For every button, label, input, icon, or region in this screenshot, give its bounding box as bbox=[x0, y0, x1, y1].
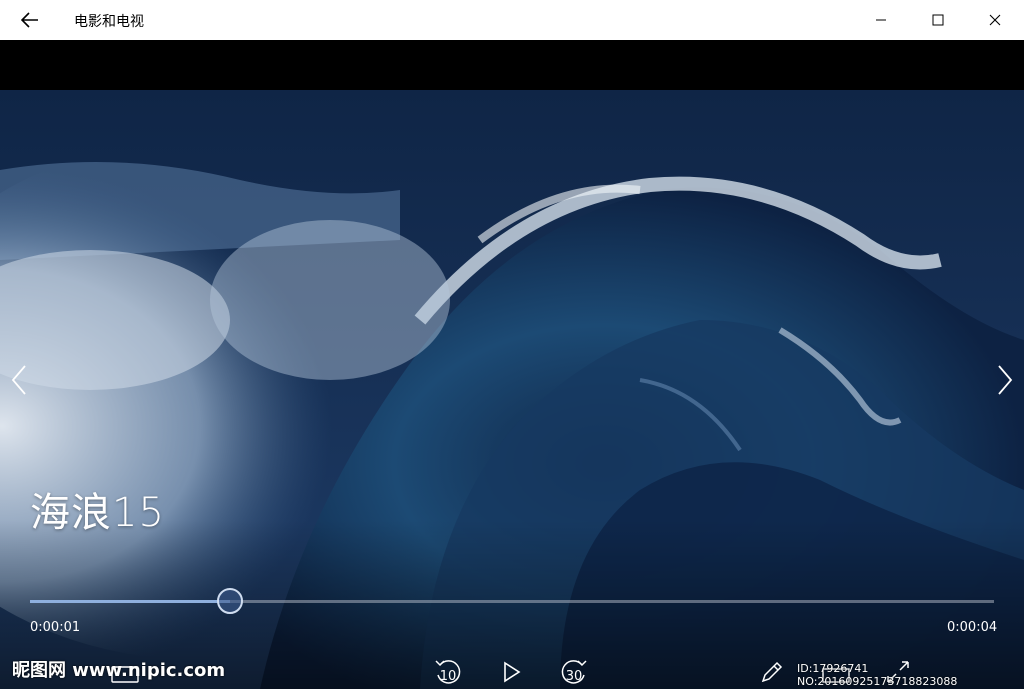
app-title: 电影和电视 bbox=[74, 14, 144, 30]
chevron-left-icon bbox=[11, 365, 26, 395]
previous-button[interactable] bbox=[4, 360, 34, 400]
maximize-icon bbox=[932, 14, 944, 26]
skip-forward-button[interactable]: 30 bbox=[556, 655, 592, 689]
seek-bar-thumb[interactable] bbox=[216, 588, 243, 614]
play-icon bbox=[504, 661, 521, 683]
current-time: 0:00:01 bbox=[30, 620, 81, 635]
edit-button[interactable] bbox=[756, 655, 788, 689]
skip-forward-seconds: 30 bbox=[565, 669, 583, 684]
watermark-id: ID:17926741 NO:20160925173718823088 bbox=[797, 662, 958, 688]
back-arrow-icon bbox=[21, 12, 38, 28]
captions-button[interactable] bbox=[108, 655, 142, 689]
close-button[interactable] bbox=[967, 0, 1023, 40]
play-button[interactable] bbox=[496, 655, 528, 689]
maximize-button[interactable] bbox=[910, 0, 966, 40]
skip-back-seconds: 10 bbox=[439, 669, 457, 684]
close-icon bbox=[989, 14, 1001, 26]
title-bar: 电影和电视 bbox=[0, 0, 1024, 40]
minimize-button[interactable] bbox=[853, 0, 909, 40]
seek-bar[interactable] bbox=[30, 588, 994, 614]
skip-back-button[interactable]: 10 bbox=[430, 655, 466, 689]
total-time: 0:00:04 bbox=[947, 620, 998, 635]
seek-bar-progress bbox=[30, 600, 230, 603]
minimize-icon bbox=[876, 19, 886, 21]
video-title: 海浪15 bbox=[30, 490, 165, 536]
pencil-icon bbox=[761, 661, 783, 683]
letterbox-bar bbox=[0, 40, 1024, 90]
next-button[interactable] bbox=[990, 360, 1020, 400]
chevron-right-icon bbox=[998, 365, 1013, 395]
captions-icon bbox=[111, 666, 139, 683]
back-button[interactable] bbox=[14, 6, 46, 34]
